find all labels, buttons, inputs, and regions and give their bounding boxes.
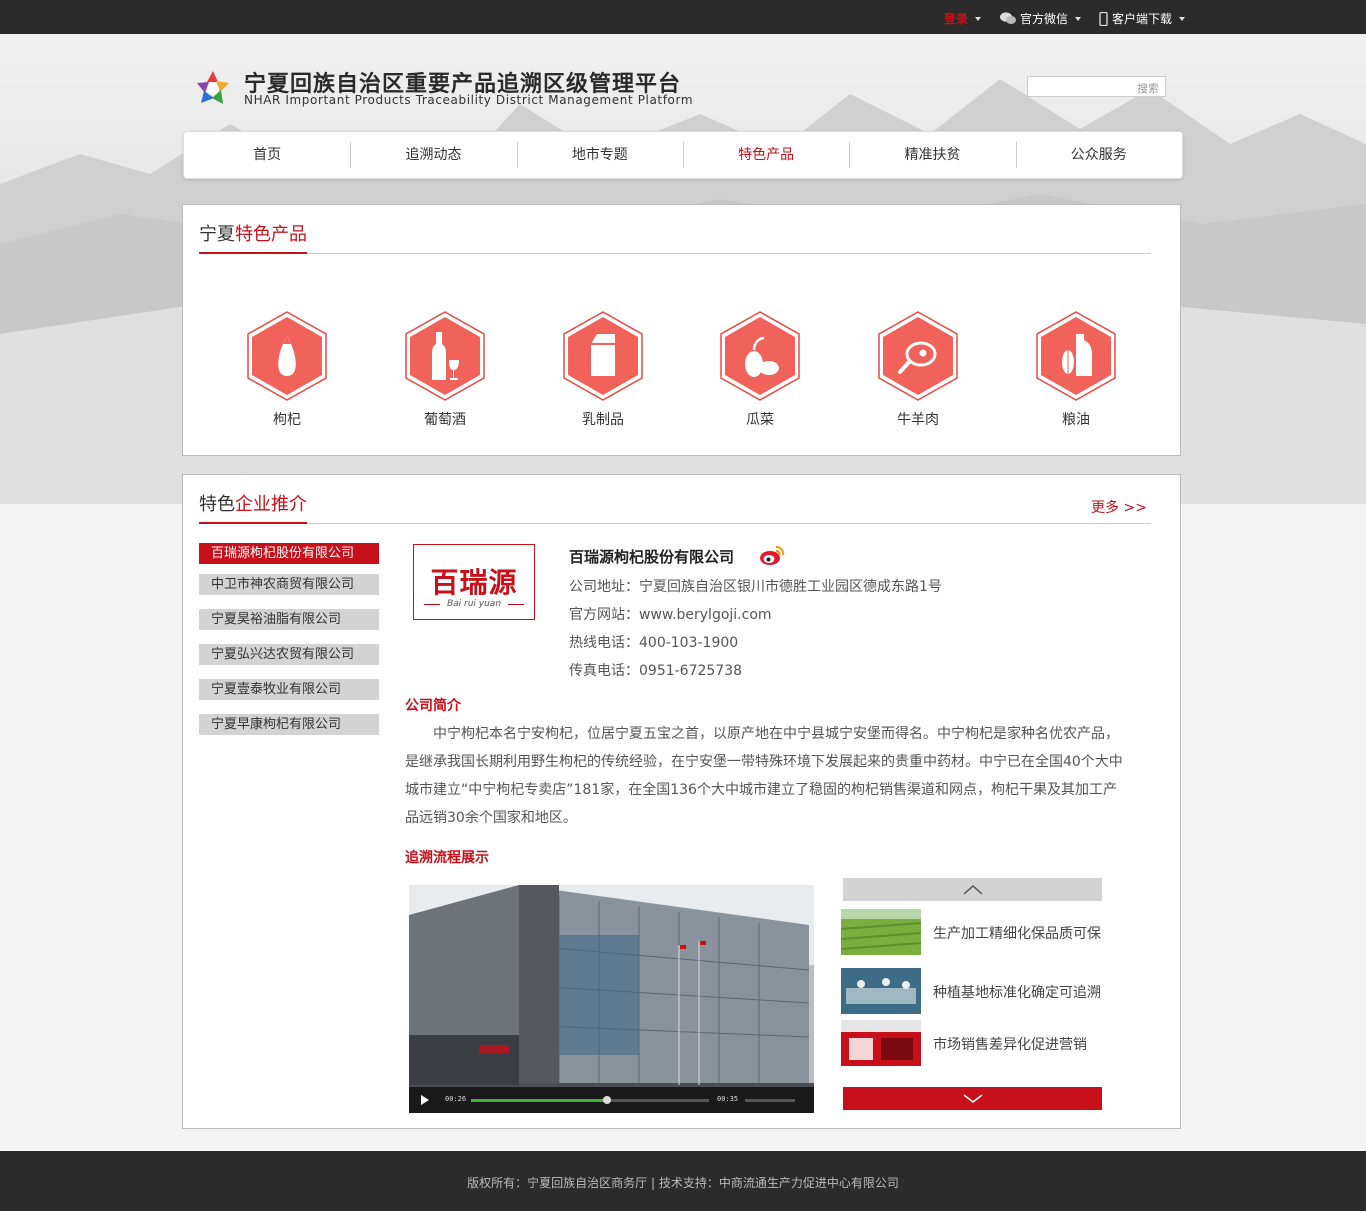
milk-icon [563, 311, 643, 401]
video-controls: 00:26 00:35 [409, 1087, 814, 1113]
search-box [1027, 76, 1166, 98]
intro-title: 公司简介 [405, 698, 461, 714]
company-intro: 中宁枸杞本名宁安枸杞，位居宁夏五宝之首，以原产地在中宁县城宁安堡而得名。中宁枸杞… [405, 726, 1123, 826]
section-title: 宁夏特色产品 [199, 220, 307, 254]
wine-icon [405, 311, 485, 401]
slider-down-button[interactable] [843, 1087, 1102, 1110]
volume-bar[interactable] [745, 1099, 795, 1102]
play-icon[interactable] [421, 1095, 429, 1105]
featured-products-panel: 宁夏特色产品 枸杞 葡萄酒 乳制品 瓜菜 牛羊肉 粮油 [182, 204, 1181, 456]
company-list-item[interactable]: 宁夏壹泰牧业有限公司 [199, 679, 379, 700]
chevron-up-icon [963, 884, 983, 895]
company-list-item[interactable]: 宁夏昊裕油脂有限公司 [199, 609, 379, 630]
wechat-icon [1000, 12, 1016, 24]
featured-products-header: 宁夏特色产品 [199, 205, 1151, 254]
product-dairy[interactable]: 乳制品 [553, 310, 653, 429]
product-label: 乳制品 [582, 412, 624, 428]
building-image [409, 885, 814, 1113]
footer: 版权所有：宁夏回族自治区商务厅 | 技术支持：中商流通生产力促进中心有限公司 [0, 1151, 1366, 1211]
nav-item-trace-news[interactable]: 追溯动态 [350, 142, 516, 168]
chevron-down-icon [1179, 16, 1186, 21]
product-beef-mutton[interactable]: 牛羊肉 [868, 310, 968, 429]
top-bar: 登录 官方微信 客户端下载 [0, 0, 1366, 34]
login-label: 登录 [944, 12, 969, 26]
wechat-link[interactable]: 官方微信 [1000, 10, 1082, 27]
company-list-item[interactable]: 宁夏弘兴达农贸有限公司 [199, 644, 379, 665]
company-hotline: 热线电话：400-103-1900 [569, 635, 739, 651]
nav-item-home[interactable]: 首页 [184, 142, 350, 168]
nav-item-featured-products[interactable]: 特色产品 [682, 142, 849, 168]
video-current-time: 00:26 [445, 1095, 467, 1103]
section-title-highlight: 企业推介 [235, 494, 307, 515]
company-logo-subtext: Bai rui yuan [446, 599, 502, 609]
product-wine[interactable]: 葡萄酒 [395, 310, 495, 429]
phone-icon [1099, 11, 1108, 26]
trace-title: 追溯流程展示 [405, 850, 489, 866]
nav-item-city-topics[interactable]: 地市专题 [516, 142, 683, 168]
goji-icon [247, 311, 327, 401]
client-download-link[interactable]: 客户端下载 [1099, 10, 1186, 27]
wechat-label: 官方微信 [1020, 12, 1069, 26]
slider-item-caption: 种植基地标准化确定可追溯 [933, 985, 1101, 1001]
video-progress-handle[interactable] [602, 1096, 611, 1104]
featured-companies-panel: 特色企业推介 更多 >> 百瑞源枸杞股份有限公司 中卫市神农商贸有限公司 宁夏昊… [182, 474, 1181, 1129]
vegetable-icon [720, 311, 800, 401]
company-list: 百瑞源枸杞股份有限公司 中卫市神农商贸有限公司 宁夏昊裕油脂有限公司 宁夏弘兴达… [199, 543, 379, 749]
video-total-time: 00:35 [717, 1095, 739, 1103]
video-player[interactable]: 00:26 00:35 [409, 885, 814, 1113]
company-logo: 百瑞源 Bai rui yuan [413, 544, 535, 620]
slider-item[interactable]: 市场销售差异化促进营销 [841, 1020, 1103, 1066]
company-list-item[interactable]: 中卫市神农商贸有限公司 [199, 574, 379, 595]
nav-item-public-services[interactable]: 公众服务 [1015, 142, 1182, 168]
nav-item-poverty-alleviation[interactable]: 精准扶贫 [849, 142, 1015, 168]
meat-icon [878, 311, 958, 401]
slider-up-button[interactable] [843, 878, 1102, 901]
product-label: 粮油 [1062, 412, 1090, 428]
featured-companies-header: 特色企业推介 更多 >> [199, 475, 1151, 524]
slider-item-caption: 生产加工精细化保品质可保 [933, 926, 1101, 942]
client-download-label: 客户端下载 [1112, 12, 1173, 26]
weibo-icon[interactable] [759, 544, 785, 566]
product-vegetables[interactable]: 瓜菜 [710, 310, 810, 429]
site-subtitle: NHAR Important Products Traceability Dis… [244, 93, 694, 107]
store-thumbnail [841, 1020, 921, 1066]
search-input[interactable] [1028, 79, 1165, 98]
product-grid: 枸杞 葡萄酒 乳制品 瓜菜 牛羊肉 粮油 [183, 310, 1182, 440]
product-label: 枸杞 [273, 412, 301, 428]
product-grain-oil[interactable]: 粮油 [1026, 310, 1126, 429]
more-link[interactable]: 更多 >> [1091, 497, 1147, 517]
company-name: 百瑞源枸杞股份有限公司 [569, 548, 735, 566]
product-label: 瓜菜 [746, 412, 774, 428]
factory-thumbnail [841, 968, 921, 1014]
main-nav: 首页 追溯动态 地市专题 特色产品 精准扶贫 公众服务 [183, 131, 1183, 179]
company-list-item[interactable]: 宁夏早康枸杞有限公司 [199, 714, 379, 735]
slider-item[interactable]: 生产加工精细化保品质可保 [841, 909, 1103, 955]
footer-copyright: 版权所有：宁夏回族自治区商务厅 | 技术支持：中商流通生产力促进中心有限公司 [467, 1176, 899, 1190]
slider-item[interactable]: 种植基地标准化确定可追溯 [841, 968, 1103, 1014]
grain-oil-icon [1036, 311, 1116, 401]
video-progress-bar[interactable] [471, 1096, 709, 1104]
login-link[interactable]: 登录 [944, 10, 982, 27]
section-title-plain: 特色 [199, 494, 235, 515]
chevron-down-icon [963, 1094, 983, 1103]
product-label: 牛羊肉 [897, 412, 939, 428]
section-title-plain: 宁夏 [199, 224, 235, 245]
company-fax: 传真电话：0951-6725738 [569, 663, 743, 679]
slider-item-caption: 市场销售差异化促进营销 [933, 1037, 1087, 1053]
video-progress-fill [471, 1099, 607, 1102]
section-title: 特色企业推介 [199, 490, 307, 524]
product-goji[interactable]: 枸杞 [237, 310, 337, 429]
chevron-down-icon [975, 16, 982, 21]
company-address: 公司地址：宁夏回族自治区银川市德胜工业园区德成东路1号 [569, 579, 942, 595]
field-thumbnail [841, 909, 921, 955]
company-list-item[interactable]: 百瑞源枸杞股份有限公司 [199, 543, 379, 564]
site-logo[interactable] [193, 68, 233, 108]
product-label: 葡萄酒 [424, 412, 466, 428]
company-logo-text: 百瑞源 [430, 566, 518, 599]
section-title-highlight: 特色产品 [235, 224, 307, 245]
company-website[interactable]: 官方网站：www.berylgoji.com [569, 604, 772, 624]
chevron-down-icon [1075, 16, 1082, 21]
